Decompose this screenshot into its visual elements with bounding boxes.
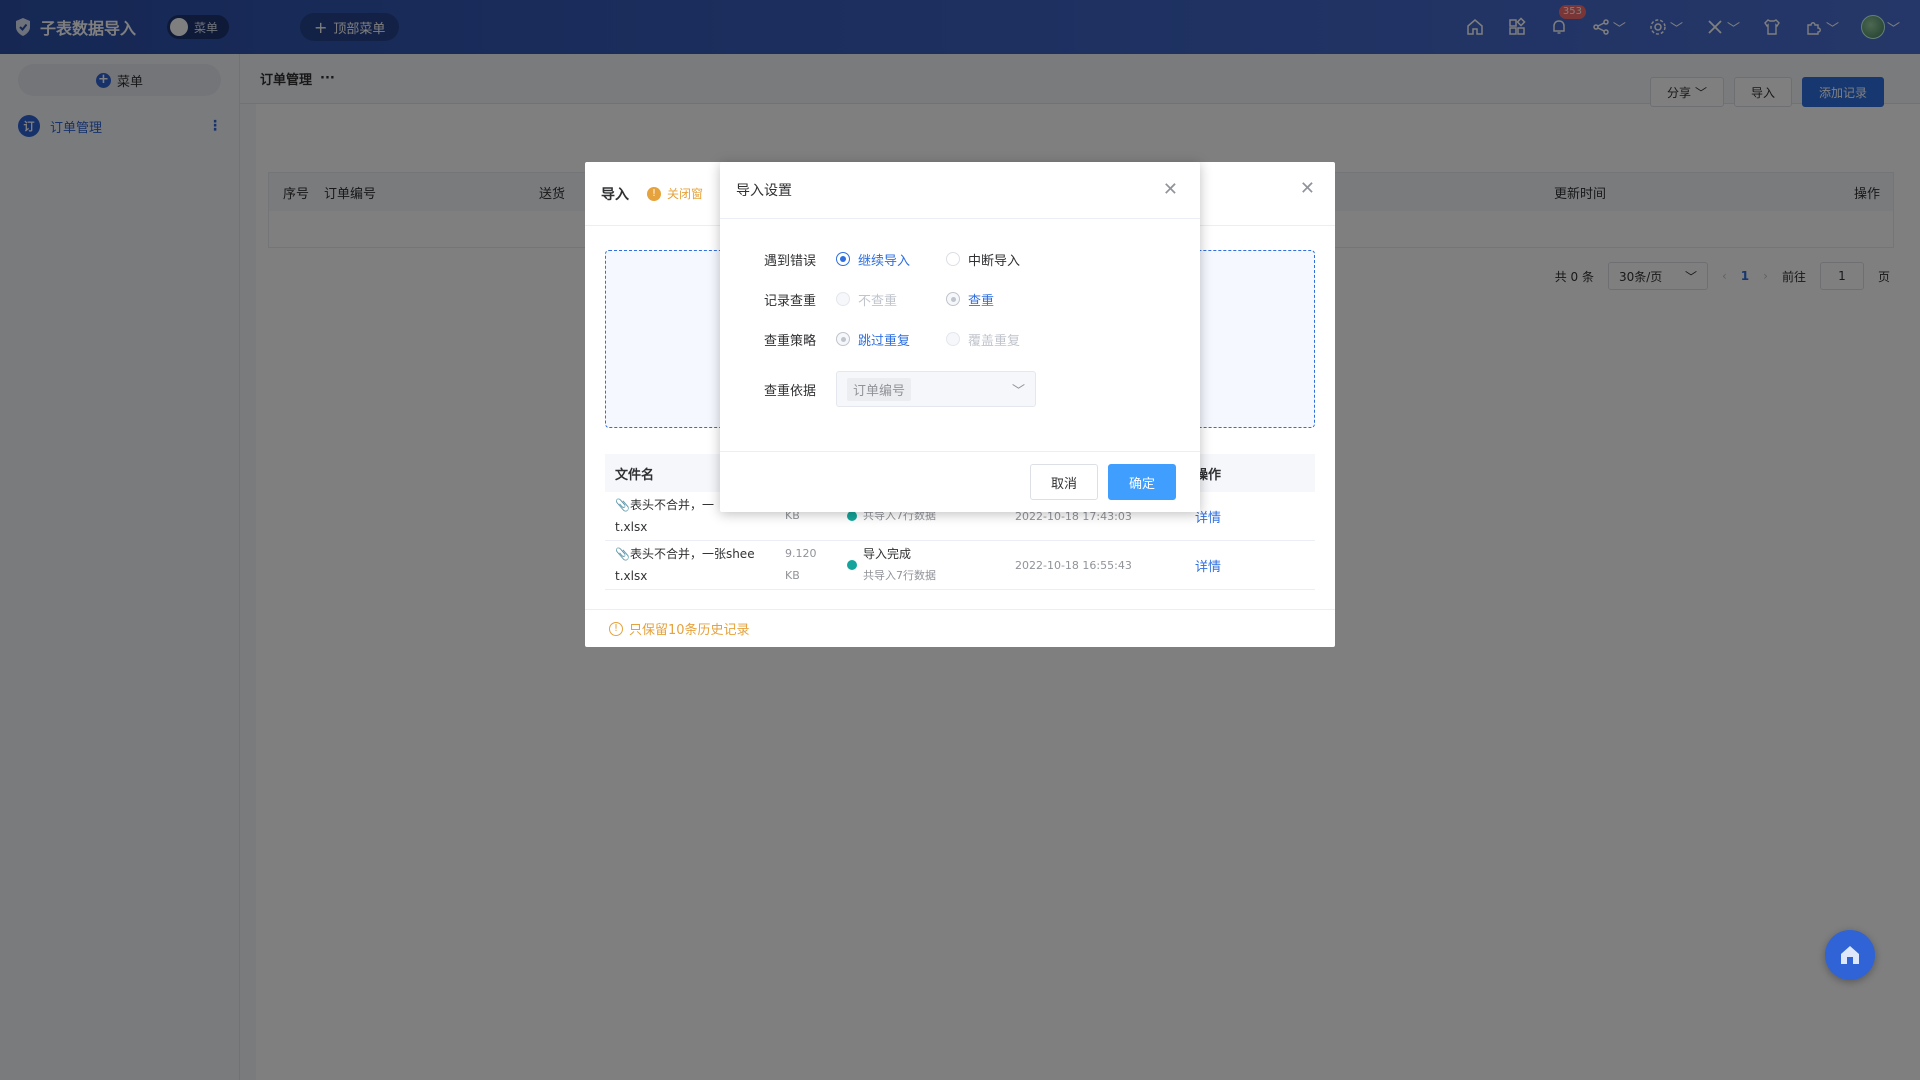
file-name-line: 表头不合并，一: [629, 498, 714, 512]
size-value: 9.120: [785, 547, 817, 560]
confirm-button[interactable]: 确定: [1107, 464, 1176, 500]
radio-circle: [836, 292, 850, 306]
details-link[interactable]: 详情: [1195, 556, 1221, 575]
radio-circle: [836, 332, 850, 346]
file-name-line: t.xlsx: [615, 569, 648, 583]
file-name-line: t.xlsx: [615, 520, 648, 534]
import-warning: ! 关闭窗: [647, 185, 703, 202]
settings-dialog-header: 导入设置: [720, 162, 1200, 219]
warning-icon: !: [647, 186, 661, 201]
close-icon[interactable]: ✕: [1300, 178, 1315, 199]
chevron-down-icon: ﹀: [1011, 383, 1025, 399]
dedupe-radio[interactable]: 查重: [946, 290, 1056, 309]
info-icon: !: [609, 621, 623, 636]
settings-form: 遇到错误 继续导入 中断导入 记录查重 不查重 查重 查重策略 跳过重复 覆盖重…: [720, 219, 1200, 409]
settings-dialog-footer: 取消 确定: [720, 451, 1200, 512]
file-name: 📎表头不合并，一张shee t.xlsx: [605, 543, 785, 587]
field-label: 查重依据: [764, 383, 817, 399]
no-dedupe-radio[interactable]: 不查重: [836, 290, 946, 309]
overwrite-duplicates-radio[interactable]: 覆盖重复: [946, 330, 1056, 349]
status-text: 导入完成: [863, 547, 912, 561]
cancel-button[interactable]: 取消: [1029, 464, 1098, 500]
warning-text: 关闭窗: [667, 187, 704, 201]
field-label: 查重策略: [764, 333, 817, 349]
skip-duplicates-radio[interactable]: 跳过重复: [836, 330, 946, 349]
selected-tag: 订单编号: [847, 377, 912, 401]
radio-label: 跳过重复: [858, 333, 911, 349]
radio-circle: [946, 332, 960, 346]
field-label: 遇到错误: [764, 253, 817, 269]
on-error-row: 遇到错误 继续导入 中断导入: [764, 239, 1200, 279]
radio-label: 覆盖重复: [968, 333, 1021, 349]
basis-row: 查重依据 订单编号 ﹀: [764, 359, 1200, 409]
history-note-text: 只保留10条历史记录: [629, 623, 750, 638]
close-icon[interactable]: ✕: [1163, 179, 1178, 200]
radio-circle: [836, 252, 850, 266]
status-subtext: 共导入7行数据: [863, 569, 936, 582]
strategy-row: 查重策略 跳过重复 覆盖重复: [764, 319, 1200, 359]
home-icon: [1841, 946, 1859, 964]
size-unit: KB: [785, 569, 800, 582]
floating-home-button[interactable]: [1825, 930, 1875, 980]
radio-circle: [946, 252, 960, 266]
import-status: 导入完成共导入7行数据: [847, 543, 1015, 587]
radio-circle: [946, 292, 960, 306]
radio-label: 不查重: [858, 293, 898, 309]
radio-label: 继续导入: [858, 253, 911, 269]
history-note: ! 只保留10条历史记录: [585, 609, 1335, 647]
file-name-line: 表头不合并，一张shee: [629, 547, 755, 561]
abort-import-radio[interactable]: 中断导入: [946, 250, 1056, 269]
success-icon: [847, 511, 857, 521]
file-size: 9.120 KB: [785, 543, 847, 587]
radio-label: 查重: [968, 293, 995, 309]
settings-dialog-title: 导入设置: [736, 183, 792, 199]
radio-label: 中断导入: [968, 253, 1021, 269]
success-icon: [847, 560, 857, 570]
table-row: 📎表头不合并，一张shee t.xlsx 9.120 KB 导入完成 共导入7行数据 …: [605, 541, 1315, 590]
import-settings-dialog: 导入设置 ✕ 遇到错误 继续导入 中断导入 记录查重 不查重 查重 查重策略 跳…: [720, 162, 1200, 512]
dedupe-row: 记录查重 不查重 查重: [764, 279, 1200, 319]
dedupe-basis-select[interactable]: 订单编号 ﹀: [836, 371, 1036, 407]
import-time: 2022-10-18 16:55:43: [1015, 558, 1132, 572]
field-label: 记录查重: [764, 293, 817, 309]
continue-import-radio[interactable]: 继续导入: [836, 250, 946, 269]
import-dialog-title: 导入: [601, 186, 629, 203]
